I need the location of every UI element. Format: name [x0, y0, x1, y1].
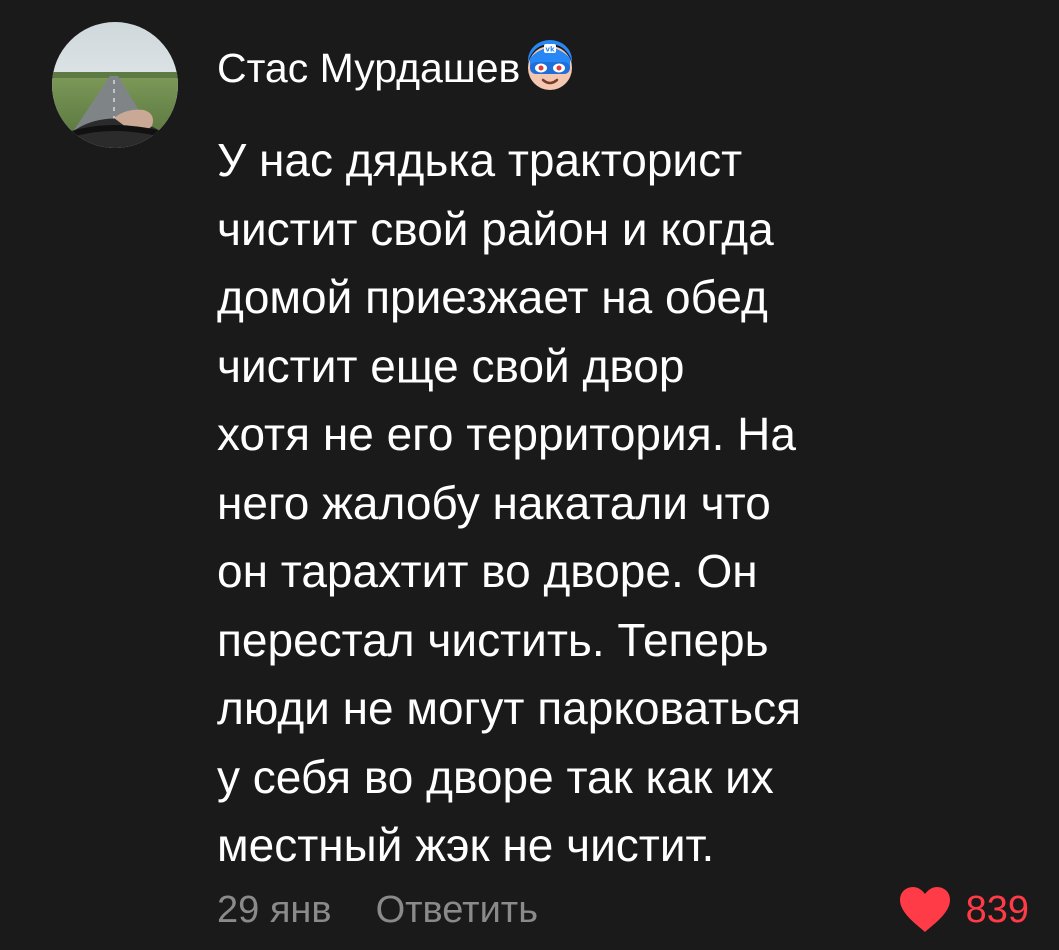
vk-hero-mask-icon: vk: [528, 40, 573, 90]
comment-footer: 29 янв Ответить 839: [217, 880, 1029, 940]
comment-text-line: люди не могут парковаться: [217, 682, 801, 734]
comment-date: 29 янв: [217, 888, 332, 931]
svg-text:vk: vk: [546, 46, 556, 54]
avatar-image: [52, 22, 178, 148]
like-button[interactable]: 839: [898, 886, 1029, 934]
comment-text-line: у себя во дворе так как их: [217, 750, 774, 803]
comment-text-line: чистит еще свой двор: [217, 339, 685, 392]
comment-text-line: домой приезжает на обед: [217, 271, 768, 323]
comment-text: У нас дядька тракторист чистит свой райо…: [217, 126, 1017, 880]
comment-text-line: него жалобу накатали что: [217, 476, 771, 529]
comment-text-line: У нас дядька тракторист: [217, 134, 743, 186]
reply-button[interactable]: Ответить: [376, 889, 538, 932]
comment-text-line: он тарахтит во дворе. Он: [217, 545, 758, 597]
comment-text-line: хотя не его территория. На: [217, 408, 796, 460]
comment-text-line: чистит свой район и когда: [217, 202, 774, 255]
avatar[interactable]: [52, 22, 178, 148]
author-row: Стас Мурдашев vk: [217, 36, 576, 100]
comment-text-line: местный жэк не чистит.: [217, 819, 715, 871]
comment-text-line: перестал чистить. Теперь: [217, 613, 769, 666]
comment-item: Стас Мурдашев vk У нас дядька тракторист…: [0, 0, 1059, 950]
author-name[interactable]: Стас Мурдашев: [217, 45, 520, 92]
heart-icon: [899, 887, 950, 932]
like-count: 839: [965, 888, 1029, 931]
